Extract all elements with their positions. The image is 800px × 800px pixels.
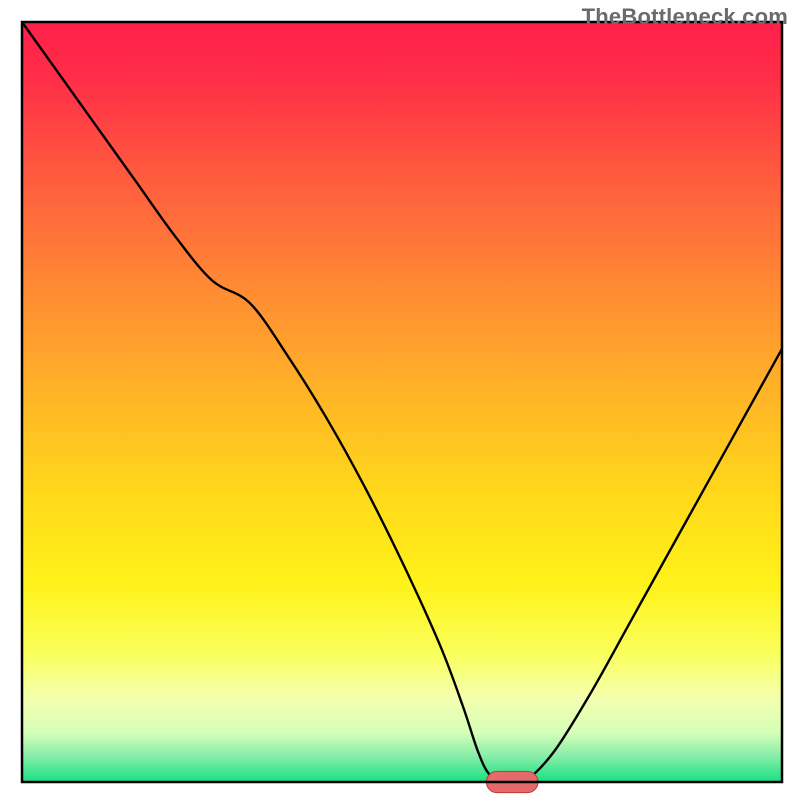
gradient-background (22, 22, 782, 782)
watermark-text: TheBottleneck.com (582, 4, 788, 30)
chart-container: TheBottleneck.com (0, 0, 800, 800)
bottleneck-chart (0, 0, 800, 800)
